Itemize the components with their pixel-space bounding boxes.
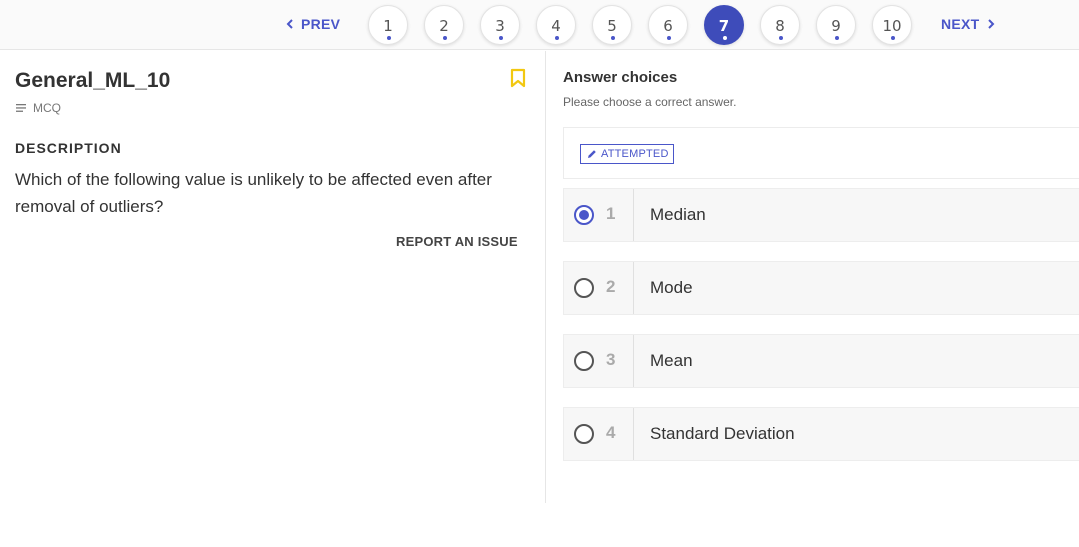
report-issue-link[interactable]: REPORT AN ISSUE [396,234,518,249]
status-badge: ATTEMPTED [580,144,674,164]
answer-panel: Answer choices Please choose a correct a… [563,51,1079,503]
attempt-status-box: ATTEMPTED [563,127,1079,179]
radio-button[interactable] [574,424,594,444]
page-button-5[interactable]: 5 [592,5,632,45]
radio-button[interactable] [574,278,594,298]
answer-choices-subtitle: Please choose a correct answer. [563,95,737,109]
chevron-left-icon [286,19,293,29]
pagination-bar: PREV 1 2 3 4 5 6 7 8 9 10 NEXT [0,0,1079,50]
answer-choice-3[interactable]: 3 Mean [563,334,1079,388]
question-type-label: MCQ [33,101,61,115]
choice-label: Median [650,205,706,224]
answer-choices-title: Answer choices [563,69,678,86]
page-button-7[interactable]: 7 [704,5,744,45]
choice-index: 2 [606,277,616,296]
answer-choice-2[interactable]: 2 Mode [563,261,1079,315]
page-button-9[interactable]: 9 [816,5,856,45]
choice-index: 1 [606,204,616,223]
page-number: 2 [439,17,449,35]
status-badge-label: ATTEMPTED [601,148,669,160]
choice-label: Standard Deviation [650,424,795,443]
page-button-10[interactable]: 10 [872,5,912,45]
choice-divider [633,335,634,387]
page-button-6[interactable]: 6 [648,5,688,45]
list-icon [16,104,26,112]
page-button-2[interactable]: 2 [424,5,464,45]
page-number: 4 [551,17,561,35]
question-type: MCQ [16,101,61,115]
chevron-right-icon [987,19,994,29]
choice-divider [633,262,634,314]
prev-label: PREV [301,16,341,32]
question-panel: General_ML_10 MCQ DESCRIPTION Which of t… [0,51,546,503]
next-button[interactable]: NEXT [941,16,996,32]
answer-choice-4[interactable]: 4 Standard Deviation [563,407,1079,461]
page-status-dot [891,36,895,40]
choice-label: Mode [650,278,693,297]
page-number: 3 [495,17,505,35]
bookmark-icon[interactable] [509,68,527,88]
answer-choice-1[interactable]: 1 Median [563,188,1079,242]
next-label: NEXT [941,16,980,32]
page-status-dot [723,36,727,40]
page-status-dot [779,36,783,40]
question-title: General_ML_10 [15,69,171,92]
page-status-dot [555,36,559,40]
page-number: 1 [383,17,393,35]
choice-index: 3 [606,350,616,369]
page-number: 10 [882,17,902,35]
page-button-1[interactable]: 1 [368,5,408,45]
page-number: 7 [718,17,730,35]
page-number: 6 [663,17,673,35]
pencil-icon [588,150,596,158]
page-button-4[interactable]: 4 [536,5,576,45]
page-status-dot [835,36,839,40]
page-status-dot [499,36,503,40]
page-number: 8 [775,17,785,35]
page-status-dot [611,36,615,40]
page-button-3[interactable]: 3 [480,5,520,45]
choice-divider [633,189,634,241]
description-heading: DESCRIPTION [15,140,122,156]
question-description: Which of the following value is unlikely… [15,170,492,216]
page-number: 5 [607,17,617,35]
page-status-dot [387,36,391,40]
page-status-dot [667,36,671,40]
radio-button[interactable] [574,351,594,371]
page-button-8[interactable]: 8 [760,5,800,45]
choice-divider [633,408,634,460]
page-status-dot [443,36,447,40]
choice-label: Mean [650,351,693,370]
prev-button[interactable]: PREV [285,16,340,32]
radio-button-selected[interactable] [574,205,594,225]
page-number: 9 [831,17,841,35]
choice-index: 4 [606,423,616,442]
